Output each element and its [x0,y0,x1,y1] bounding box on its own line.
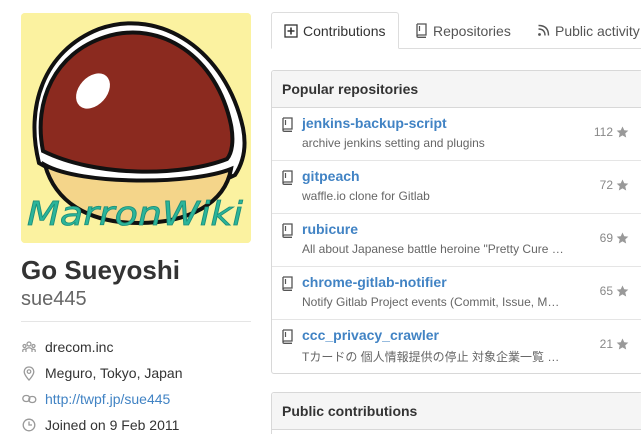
repo-star-count: 112 [593,125,613,139]
repo-description: archive jenkins setting and plugins [302,136,485,150]
repo-stars: 65 [600,284,629,298]
star-icon [616,179,629,191]
repo-name-link[interactable]: rubicure [302,221,358,237]
detail-joined: Joined on 9 Feb 2011 [21,412,253,434]
repo-icon [281,329,295,345]
avatar: MarronWiki [21,13,251,243]
tab-repositories-label: Repositories [433,22,511,39]
repo-icon [281,117,295,133]
star-icon [616,338,629,350]
tab-repositories[interactable]: Repositories [413,12,511,49]
repo-item[interactable]: rubicure All about Japanese battle heroi… [272,214,641,267]
repo-star-count: 72 [599,178,613,192]
repo-description: waffle.io clone for Gitlab [302,189,430,203]
clock-icon [21,417,37,433]
repo-icon [281,276,295,292]
repo-name-link[interactable]: jenkins-backup-script [302,115,447,131]
repo-name-link[interactable]: ccc_privacy_crawler [302,327,439,343]
repo-icon [413,23,429,39]
popular-repositories-header: Popular repositories [272,71,641,108]
repo-icon [281,170,295,186]
tab-public-activity[interactable]: Public activity [535,12,640,49]
repo-item[interactable]: ccc_privacy_crawler Tカードの 個人情報提供の停止 対象企業… [272,320,641,373]
detail-organization-text: drecom.inc [45,339,114,355]
repo-description: All about Japanese battle heroine "Prett… [302,242,564,256]
profile-username: sue445 [21,288,87,310]
repo-star-count: 69 [599,231,613,245]
repo-item[interactable]: chrome-gitlab-notifier Notify Gitlab Pro… [272,267,641,320]
repo-stars: 112 [594,125,629,139]
repo-description: Notify Gitlab Project events (Commit, Is… [302,295,564,309]
repo-name-link[interactable]: chrome-gitlab-notifier [302,274,447,290]
star-icon [616,232,629,244]
profile-tabs: Contributions Repositories Public activi… [271,12,641,49]
profile-details: drecom.inc Meguro, Tokyo, Japan http://t… [21,334,253,434]
detail-link[interactable]: http://twpf.jp/sue445 [21,386,253,412]
repo-icon [281,223,295,239]
repo-description: Tカードの 個人情報提供の停止 対象企業一覧 をクロールする [302,350,564,364]
repo-name-link[interactable]: gitpeach [302,168,360,184]
profile-fullname: Go Sueyoshi [21,255,180,285]
location-icon [21,365,37,381]
detail-location-text: Meguro, Tokyo, Japan [45,365,183,381]
plus-square-icon [283,23,299,39]
avatar-logo-text: MarronWiki [27,194,243,233]
popular-repositories-box: Popular repositories jenkins-backup-scri… [271,70,641,374]
repo-list: jenkins-backup-script archive jenkins se… [272,108,641,373]
chestnut-avatar-image: MarronWiki [21,13,251,243]
detail-joined-text: Joined on 9 Feb 2011 [45,417,180,433]
repo-item[interactable]: gitpeach waffle.io clone for Gitlab 72 [272,161,641,214]
website-link[interactable]: http://twpf.jp/sue445 [45,391,170,407]
star-icon [616,126,629,138]
rss-icon [535,23,551,39]
public-contributions-box: Public contributions [271,392,641,434]
divider [21,321,251,322]
tab-public-activity-label: Public activity [555,22,640,39]
tab-contributions-label: Contributions [303,22,386,39]
detail-organization: drecom.inc [21,334,253,360]
organization-icon [21,339,37,355]
repo-item[interactable]: jenkins-backup-script archive jenkins se… [272,108,641,161]
tab-contributions[interactable]: Contributions [271,12,399,49]
public-contributions-header: Public contributions [272,393,641,430]
repo-star-count: 65 [599,284,613,298]
detail-location: Meguro, Tokyo, Japan [21,360,253,386]
repo-stars: 21 [600,337,629,351]
repo-stars: 69 [600,231,629,245]
repo-star-count: 21 [599,337,613,351]
link-icon [21,391,37,407]
star-icon [616,285,629,297]
repo-stars: 72 [600,178,629,192]
